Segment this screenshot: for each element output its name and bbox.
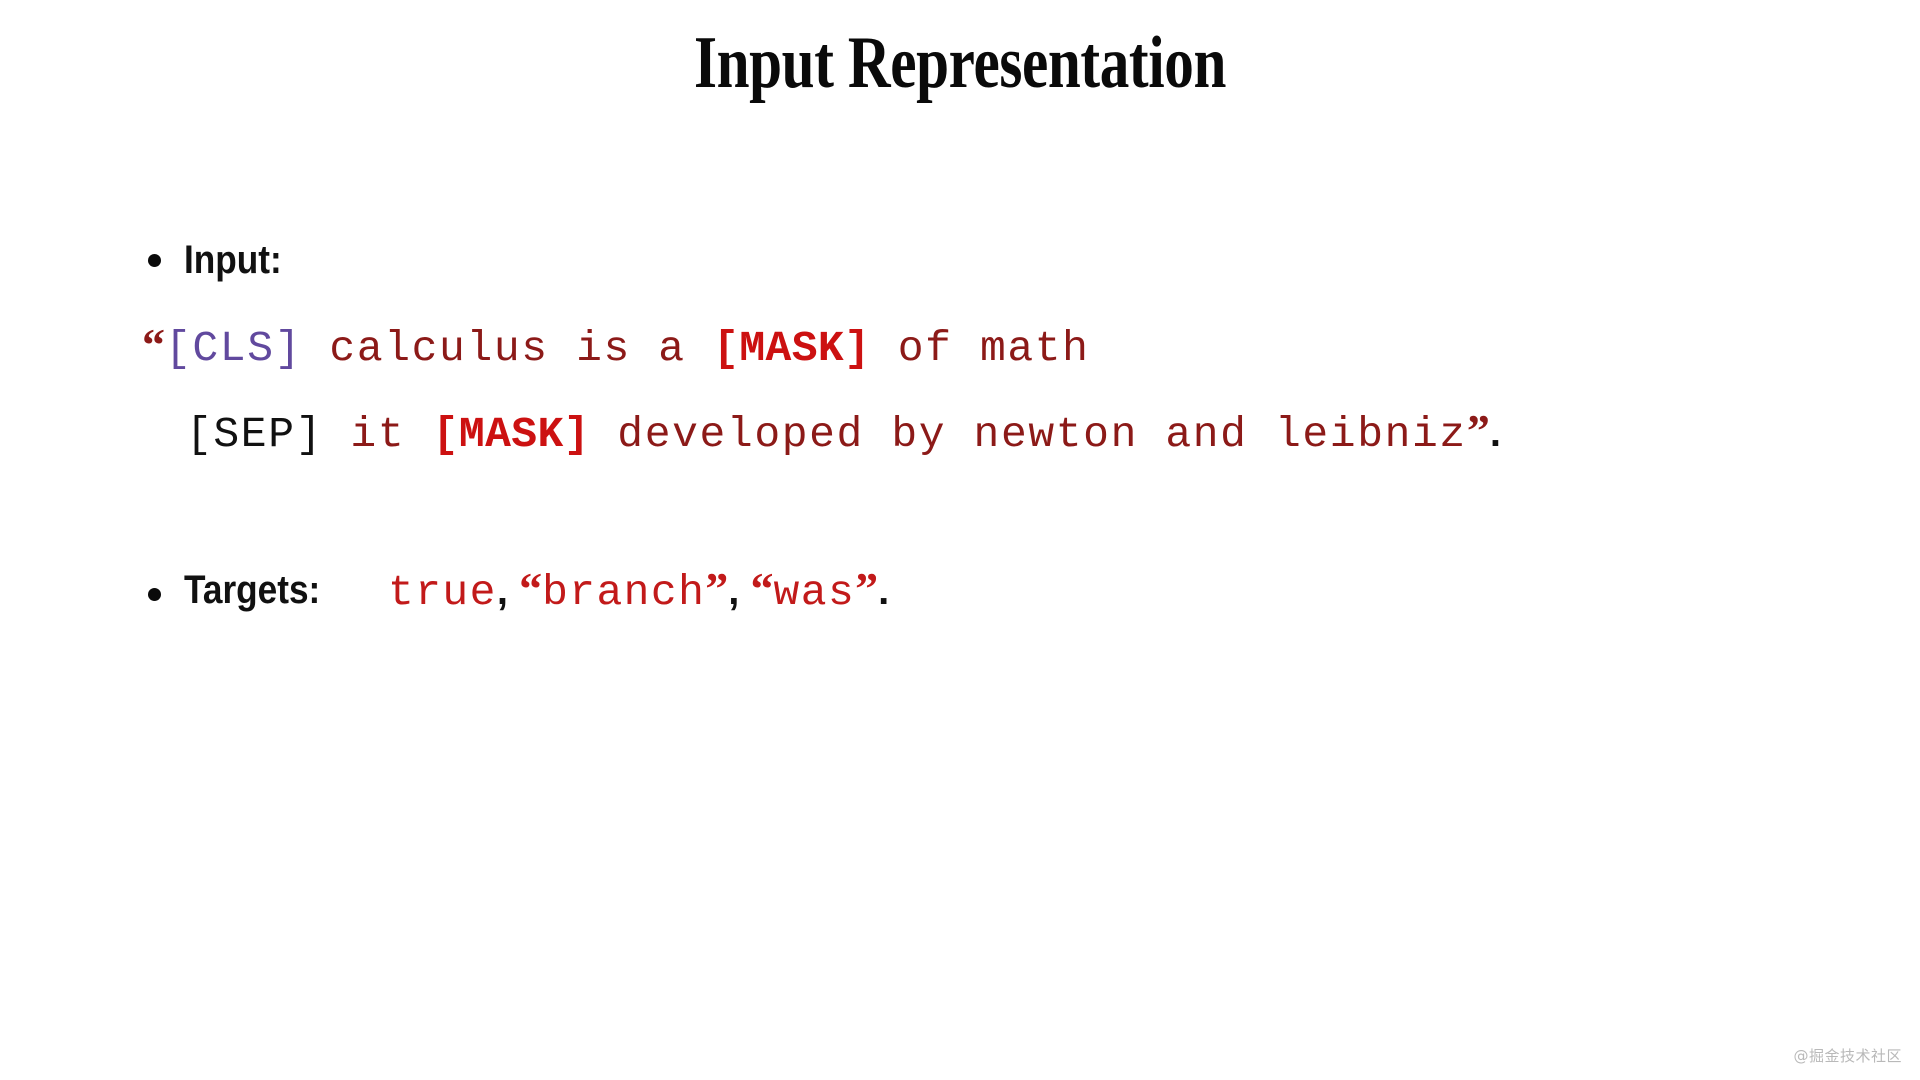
line1-text-b: of math	[870, 324, 1090, 373]
line2-text-b: developed by newton and leibniz	[589, 410, 1467, 459]
watermark: @掘金技术社区	[1793, 1047, 1902, 1065]
targets-values: true, “branch”, “was”.	[388, 563, 890, 617]
input-section: Input:	[0, 236, 1920, 284]
line2-period: .	[1489, 411, 1501, 455]
line2-text-a: it	[323, 410, 433, 459]
cls-token: [CLS]	[165, 324, 303, 373]
target-3-open-quote: “	[750, 563, 774, 614]
target-3-close-quote: ”	[855, 563, 879, 614]
target-2-open-quote: “	[519, 563, 543, 614]
input-code-line-2: [SEP] it [MASK] developed by newton and …	[186, 405, 1501, 459]
target-value-2: branch	[542, 568, 706, 617]
sep-token: [SEP]	[186, 410, 324, 459]
page-title: Input Representation	[694, 22, 1226, 104]
target-separator-2: ,	[728, 569, 751, 613]
open-quote-mark: “	[142, 319, 165, 370]
bullet-dot-icon	[148, 254, 161, 267]
slide-canvas: Input Representation Input: “[CLS] calcu…	[0, 0, 1920, 1080]
target-value-3: was	[773, 568, 856, 617]
target-separator-1: ,	[496, 569, 520, 613]
target-value-1: true	[388, 568, 497, 617]
mask-token-1: [MASK]	[713, 324, 871, 373]
input-bullet-label: Input:	[184, 238, 282, 282]
targets-bullet-dot-icon	[148, 588, 161, 601]
mask-token-2: [MASK]	[432, 410, 590, 459]
targets-bullet-label: Targets:	[184, 568, 321, 612]
targets-period: .	[878, 569, 890, 613]
input-bullet-row: Input:	[0, 236, 1920, 284]
input-code-line-1: “[CLS] calculus is a [MASK] of math	[142, 319, 1090, 373]
close-quote-mark: ”	[1466, 405, 1490, 456]
target-2-close-quote: ”	[705, 563, 729, 614]
line1-text-a: calculus is a	[302, 324, 714, 373]
